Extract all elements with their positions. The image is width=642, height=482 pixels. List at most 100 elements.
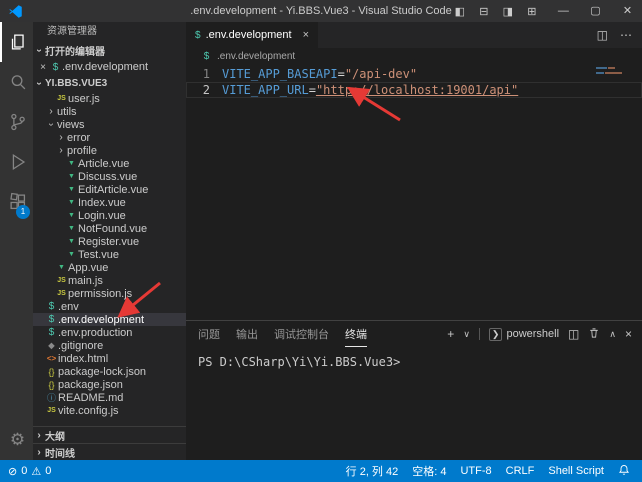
tree-item-user.js[interactable]: JSuser.js: [33, 92, 186, 105]
outline-section-header[interactable]: › 大纲: [33, 426, 186, 443]
tree-item-package-lock.json[interactable]: {}package-lock.json: [33, 365, 186, 378]
close-panel-icon[interactable]: ×: [625, 327, 632, 341]
warning-icon: ⚠: [31, 465, 41, 478]
js-file-icon: JS: [55, 95, 68, 102]
vue-file-icon: ▼: [65, 225, 78, 232]
shell-selector[interactable]: ❯ powershell: [489, 328, 559, 341]
settings-gear-icon[interactable]: ⚙: [0, 420, 33, 460]
panel-tab-输出[interactable]: 输出: [236, 321, 258, 347]
toggle-panel-icon[interactable]: ⊟: [473, 5, 495, 18]
activity-bar: 1 ⚙: [0, 22, 33, 460]
tree-item-package.json[interactable]: {}package.json: [33, 378, 186, 391]
terminal-dropdown-icon[interactable]: ∨: [463, 329, 470, 340]
explorer-icon[interactable]: [0, 22, 33, 62]
tree-item-Login.vue[interactable]: ▼Login.vue: [33, 209, 186, 222]
code-editor[interactable]: 1VITE_APP_BASEAPI="/api-dev"2VITE_APP_UR…: [186, 64, 642, 320]
git-file-icon: ◆: [45, 341, 58, 350]
new-terminal-button[interactable]: +: [447, 327, 454, 341]
code-token-string: "http://localhost:19001/api": [316, 82, 518, 98]
file-tree: JSuser.js›utils›views›error›profile▼Arti…: [33, 92, 186, 426]
vue-file-icon: ▼: [65, 212, 78, 219]
run-debug-icon[interactable]: [0, 142, 33, 182]
tree-item-.env.production[interactable]: $.env.production: [33, 326, 186, 339]
open-editors-label: 打开的编辑器: [45, 43, 105, 58]
file-name: permission.js: [68, 288, 132, 300]
panel-tab-终端[interactable]: 终端: [345, 321, 367, 347]
extensions-icon[interactable]: 1: [0, 182, 33, 222]
encoding-setting[interactable]: UTF-8: [460, 465, 491, 477]
tree-item-permission.js[interactable]: JSpermission.js: [33, 287, 186, 300]
timeline-section-header[interactable]: › 时间线: [33, 443, 186, 460]
tree-item-NotFound.vue[interactable]: ▼NotFound.vue: [33, 222, 186, 235]
code-token-key: VITE_APP_BASEAPI: [222, 66, 338, 82]
terminal-output[interactable]: PS D:\CSharp\Yi\Yi.BBS.Vue3>: [186, 347, 642, 369]
tree-item-EditArticle.vue[interactable]: ▼EditArticle.vue: [33, 183, 186, 196]
vue-file-icon: ▼: [65, 186, 78, 193]
kill-terminal-icon[interactable]: [588, 327, 600, 342]
tree-item-.gitignore[interactable]: ◆.gitignore: [33, 339, 186, 352]
cursor-position[interactable]: 行 2, 列 42: [346, 463, 399, 479]
tree-item-profile[interactable]: ›profile: [33, 144, 186, 157]
project-section-header[interactable]: › YI.BBS.VUE3: [33, 75, 186, 92]
eol-setting[interactable]: CRLF: [506, 465, 535, 477]
tree-item-App.vue[interactable]: ▼App.vue: [33, 261, 186, 274]
tree-item-vite.config.js[interactable]: JSvite.config.js: [33, 404, 186, 417]
tree-item-.env[interactable]: $.env: [33, 300, 186, 313]
toggle-sidebar-icon[interactable]: ◧: [449, 5, 471, 18]
chevron-down-icon: ›: [46, 119, 57, 131]
file-name: Index.vue: [78, 197, 126, 209]
vue-file-icon: ▼: [65, 251, 78, 258]
shell-name: powershell: [506, 328, 559, 340]
file-name: user.js: [68, 93, 100, 105]
tab-close-icon[interactable]: ×: [303, 29, 309, 41]
more-actions-icon[interactable]: ⋯: [620, 28, 632, 42]
split-terminal-icon[interactable]: ◫: [568, 327, 579, 341]
tree-item-Discuss.vue[interactable]: ▼Discuss.vue: [33, 170, 186, 183]
tree-item-Article.vue[interactable]: ▼Article.vue: [33, 157, 186, 170]
tree-item-utils[interactable]: ›utils: [33, 105, 186, 118]
tree-item-README.md[interactable]: ⓘREADME.md: [33, 391, 186, 404]
minimize-button[interactable]: —: [549, 0, 578, 22]
code-line-2[interactable]: 2VITE_APP_URL="http://localhost:19001/ap…: [186, 82, 642, 98]
toggle-secondary-sidebar-icon[interactable]: ◨: [497, 5, 519, 18]
env-file-icon: $: [45, 301, 58, 312]
panel-tab-调试控制台[interactable]: 调试控制台: [274, 321, 329, 347]
indentation-setting[interactable]: 空格: 4: [412, 463, 446, 479]
tree-item-Index.vue[interactable]: ▼Index.vue: [33, 196, 186, 209]
language-mode[interactable]: Shell Script: [548, 465, 604, 477]
panel-tab-问题[interactable]: 问题: [198, 321, 220, 347]
file-name: .env: [58, 301, 79, 313]
chevron-right-icon: ›: [55, 145, 67, 156]
tree-item-Register.vue[interactable]: ▼Register.vue: [33, 235, 186, 248]
html-file-icon: <>: [45, 354, 58, 363]
vscode-window: .env.development - Yi.BBS.Vue3 - Visual …: [0, 0, 642, 482]
source-control-icon[interactable]: [0, 102, 33, 142]
open-editor-item[interactable]: × $ .env.development: [33, 59, 186, 75]
env-file-icon: $: [45, 327, 58, 338]
warning-count: 0: [45, 465, 51, 477]
code-line-1[interactable]: 1VITE_APP_BASEAPI="/api-dev": [186, 66, 642, 82]
breadcrumb[interactable]: $ .env.development: [186, 48, 642, 64]
tree-item-.env.development[interactable]: $.env.development: [33, 313, 186, 326]
notifications-bell-icon[interactable]: [618, 464, 630, 479]
env-file-icon: $: [45, 314, 58, 325]
line-number: 1: [186, 66, 222, 82]
search-icon[interactable]: [0, 62, 33, 102]
maximize-button[interactable]: ▢: [581, 0, 610, 22]
problems-indicator[interactable]: ⊘ 0 ⚠ 0: [0, 465, 51, 478]
close-button[interactable]: ✕: [613, 0, 642, 22]
tree-item-views[interactable]: ›views: [33, 118, 186, 131]
tree-item-Test.vue[interactable]: ▼Test.vue: [33, 248, 186, 261]
file-name: error: [67, 132, 90, 144]
tree-item-main.js[interactable]: JSmain.js: [33, 274, 186, 287]
file-name: profile: [67, 145, 97, 157]
tree-item-error[interactable]: ›error: [33, 131, 186, 144]
split-editor-icon[interactable]: ◫: [597, 28, 608, 42]
maximize-panel-icon[interactable]: ∧: [609, 329, 616, 340]
minimap[interactable]: [596, 67, 630, 77]
open-editors-header[interactable]: › 打开的编辑器: [33, 42, 186, 59]
tree-item-index.html[interactable]: <>index.html: [33, 352, 186, 365]
close-editor-icon[interactable]: ×: [37, 62, 49, 73]
tab-env-development[interactable]: $ .env.development ×: [186, 22, 318, 48]
customize-layout-icon[interactable]: ⊞: [521, 5, 543, 18]
